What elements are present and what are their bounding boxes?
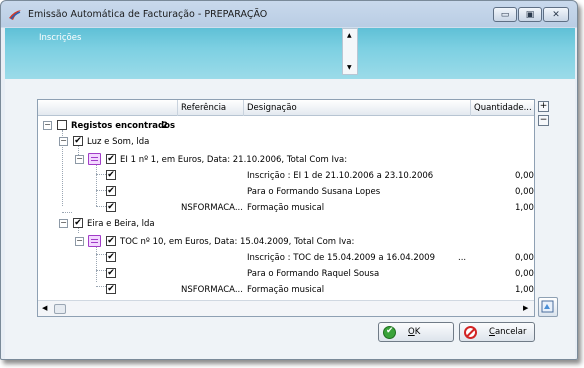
- dialog-window: Emissão Automática de Facturação - PREPA…: [0, 0, 578, 360]
- window-title: Emissão Automática de Facturação - PREPA…: [28, 9, 268, 20]
- line-qty: 0,00: [515, 187, 534, 197]
- table-row[interactable]: ✔ Para o Formando Raquel Sousa 0,00: [38, 265, 534, 281]
- table-row[interactable]: ✔ Inscrição : TOC de 15.04.2009 a 16.04.…: [38, 249, 534, 265]
- cancel-button[interactable]: Cancelar: [459, 322, 535, 342]
- maximize-icon: ▣: [525, 9, 535, 20]
- client-row[interactable]: − ✔ Luz e Som, lda: [38, 133, 534, 149]
- scroll-up-icon[interactable]: ▲: [347, 32, 352, 39]
- client-row[interactable]: − ✔ Eira e Beira, lda: [38, 215, 534, 231]
- line-extra: ...: [458, 253, 467, 263]
- line-desc: Formação musical: [247, 203, 325, 213]
- line-qty: 1,00: [515, 203, 534, 213]
- content-area: Referência Designação Quantidade... − Re…: [5, 79, 575, 359]
- root-count: 2: [162, 121, 168, 131]
- line-checkbox[interactable]: ✔: [106, 202, 116, 212]
- scroll-thumb[interactable]: [54, 304, 66, 314]
- line-checkbox[interactable]: ✔: [106, 268, 116, 278]
- column-referencia[interactable]: Referência: [181, 103, 226, 113]
- line-checkbox[interactable]: ✔: [106, 186, 116, 196]
- root-label: Registos encontrados: [71, 121, 176, 131]
- cancel-icon: [464, 325, 477, 339]
- line-desc: Para o Formando Susana Lopes: [247, 187, 381, 197]
- column-designacao[interactable]: Designação: [247, 103, 297, 113]
- line-ref: NSFORMACA...: [181, 203, 243, 213]
- table-row[interactable]: ✔ Inscrição : EI 1 de 21.10.2006 a 23.10…: [38, 167, 534, 183]
- document-icon: [88, 235, 101, 247]
- column-header: Referência Designação Quantidade...: [38, 100, 534, 116]
- tree-root-row[interactable]: − Registos encontrados 2: [38, 117, 534, 133]
- expand-all-button[interactable]: +: [538, 101, 549, 112]
- line-checkbox[interactable]: ✔: [106, 284, 116, 294]
- minimize-icon: ▭: [500, 9, 510, 20]
- document-row[interactable]: − ✔ TOC nº 10, em Euros, Data: 15.04.200…: [38, 233, 534, 249]
- client-checkbox[interactable]: ✔: [73, 218, 83, 228]
- line-qty: 0,00: [515, 253, 534, 263]
- header-band: Inscrições ▲ ▼: [5, 28, 575, 79]
- scroll-right-icon[interactable]: ▶: [523, 304, 528, 312]
- document-checkbox[interactable]: ✔: [106, 154, 116, 164]
- client-name: Luz e Som, lda: [87, 137, 150, 147]
- grid-options-icon: [541, 300, 554, 313]
- collapse-icon[interactable]: −: [59, 219, 68, 228]
- minimize-button[interactable]: ▭: [493, 7, 517, 22]
- ok-button[interactable]: OK: [378, 322, 454, 342]
- horizontal-scrollbar[interactable]: ◀ ▶: [38, 300, 534, 316]
- line-desc: Formação musical: [247, 285, 325, 295]
- table-row[interactable]: ✔ Para o Formando Susana Lopes 0,00: [38, 183, 534, 199]
- document-icon: [88, 153, 101, 165]
- line-desc: Inscrição : EI 1 de 21.10.2006 a 23.10.2…: [247, 171, 434, 181]
- root-checkbox[interactable]: [57, 120, 67, 130]
- header-scrollbar[interactable]: ▲ ▼: [342, 28, 358, 75]
- maximize-button[interactable]: ▣: [518, 7, 542, 22]
- client-checkbox[interactable]: ✔: [73, 136, 83, 146]
- collapse-icon[interactable]: −: [43, 121, 52, 130]
- table-row[interactable]: ✔ NSFORMACA... Formação musical 1,00: [38, 199, 534, 215]
- collapse-icon[interactable]: −: [75, 155, 84, 164]
- grid-options-button[interactable]: [538, 297, 558, 317]
- document-row[interactable]: − ✔ EI 1 nº 1, em Euros, Data: 21.10.200…: [38, 151, 534, 167]
- records-grid[interactable]: Referência Designação Quantidade... − Re…: [37, 99, 535, 317]
- close-icon: ✕: [552, 9, 560, 20]
- scroll-down-icon[interactable]: ▼: [347, 64, 352, 71]
- scroll-left-icon[interactable]: ◀: [42, 304, 47, 312]
- app-logo-icon: [9, 10, 21, 20]
- check-icon: [383, 325, 396, 339]
- inscricoes-label: Inscrições: [39, 33, 82, 43]
- collapse-icon[interactable]: −: [59, 137, 68, 146]
- line-checkbox[interactable]: ✔: [106, 252, 116, 262]
- document-checkbox[interactable]: ✔: [106, 236, 116, 246]
- line-qty: 0,00: [515, 269, 534, 279]
- line-ref: NSFORMACA...: [181, 285, 243, 295]
- document-label: EI 1 nº 1, em Euros, Data: 21.10.2006, T…: [120, 155, 348, 165]
- title-bar: Emissão Automática de Facturação - PREPA…: [1, 1, 577, 28]
- table-row[interactable]: ✔ NSFORMACA... Formação musical 1,00: [38, 281, 534, 297]
- line-qty: 1,00: [515, 285, 534, 295]
- collapse-all-button[interactable]: −: [538, 115, 549, 126]
- column-quantidade[interactable]: Quantidade...: [474, 103, 532, 113]
- document-label: TOC nº 10, em Euros, Data: 15.04.2009, T…: [120, 237, 355, 247]
- line-qty: 0,00: [515, 171, 534, 181]
- line-desc: Inscrição : TOC de 15.04.2009 a 16.04.20…: [247, 253, 435, 263]
- collapse-icon[interactable]: −: [75, 237, 84, 246]
- line-checkbox[interactable]: ✔: [106, 170, 116, 180]
- client-name: Eira e Beira, lda: [87, 219, 155, 229]
- close-button[interactable]: ✕: [543, 7, 569, 22]
- line-desc: Para o Formando Raquel Sousa: [247, 269, 380, 279]
